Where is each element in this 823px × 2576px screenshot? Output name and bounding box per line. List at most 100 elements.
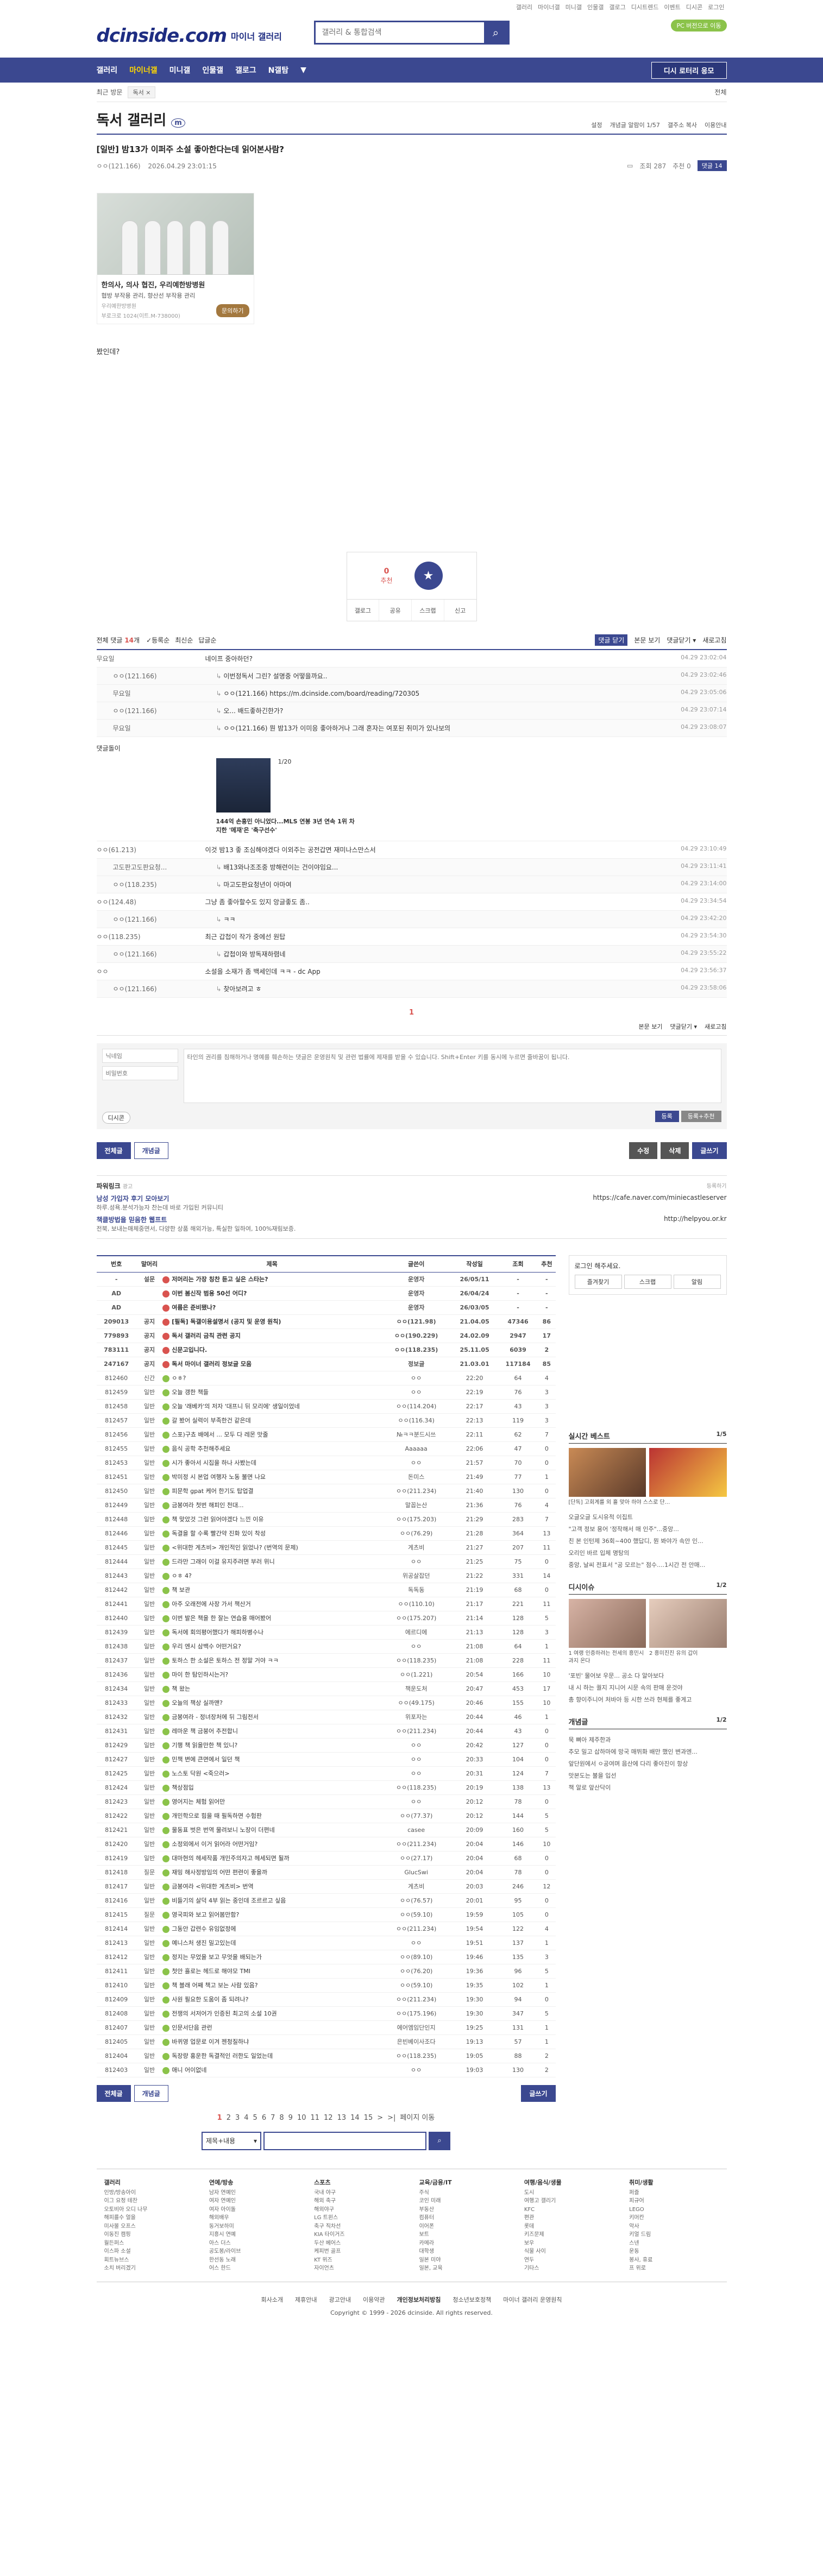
cell-title[interactable]: 재밍 해사정방임의 어떤 편련이 좋을까	[162, 1865, 382, 1880]
footer-menu-item[interactable]: KT 위즈	[314, 2257, 332, 2263]
list-write-button[interactable]: 글쓰기	[521, 2084, 556, 2102]
lottery-button[interactable]: 디시 로터리 응모	[651, 62, 727, 79]
cell-title[interactable]: 여름은 준비됐나?	[162, 1300, 382, 1315]
cell-writer[interactable]: ㅇㅇ	[381, 1371, 451, 1385]
sidebar-list-item[interactable]: 묵 뼈아 제주한과	[569, 1734, 727, 1746]
cell-writer[interactable]: ㅇㅇ	[381, 1456, 451, 1470]
cell-writer[interactable]: ㅇㅇ(118.235)	[381, 1780, 451, 1795]
cell-title[interactable]: 마이 한 탐인하시는거?	[162, 1667, 382, 1682]
comment-sort-option[interactable]: ✓등록순	[146, 635, 169, 645]
cell-title[interactable]: 인문서단음 관런	[162, 2020, 382, 2035]
cell-title[interactable]: 오늘의 책상 실까맨?	[162, 1696, 382, 1710]
post-title-link[interactable]: 이번 봄신작 범용 50선 어디?	[172, 1290, 247, 1297]
footer-menu-item[interactable]: 자이언츠	[314, 2265, 334, 2271]
table-row[interactable]: 812423 일반 영어지는 체험 읽어만 ㅇㅇ 20:12 78 0	[96, 1794, 556, 1809]
nav-item[interactable]: 갤러리	[97, 65, 118, 75]
comment-nick[interactable]: 무요일	[97, 723, 216, 733]
issue-caption-2[interactable]: 2 흥미진진 유의 갑이	[649, 1650, 727, 1665]
footer-menu-item[interactable]: 피규어	[629, 2198, 644, 2204]
page-jump-button[interactable]: 페이지 이동	[400, 2114, 435, 2122]
footer-menu-item[interactable]: LEGO	[629, 2207, 644, 2213]
cell-title[interactable]: 개민학으로 힘을 때 필독하면 수험판	[162, 1809, 382, 1823]
page-number[interactable]: 6	[262, 2114, 266, 2122]
list-search-input[interactable]	[263, 2131, 426, 2150]
footer-link[interactable]: 이용약관	[363, 2295, 385, 2304]
comment-page[interactable]: 1	[97, 1009, 727, 1017]
cell-writer[interactable]: ㅇㅇ	[381, 1794, 451, 1809]
cell-title[interactable]: 아주 오래전에 사장 가서 책산거	[162, 1597, 382, 1611]
cell-title[interactable]: 박미정 시 본업 여행자 노동 불면 나요	[162, 1470, 382, 1484]
top-link[interactable]: 이벤트	[664, 3, 680, 11]
top-link[interactable]: 미니갤	[566, 3, 582, 11]
footer-menu-item[interactable]: 어스 한드	[209, 2265, 231, 2271]
cell-writer[interactable]: ㅇㅇ(211.234)	[381, 1484, 451, 1498]
footer-menu-item[interactable]: LG 트윈스	[314, 2215, 338, 2221]
cell-writer[interactable]: №ㅋㅋ분드시쓰	[381, 1427, 451, 1442]
cell-writer[interactable]: ㅇㅇ(114.204)	[381, 1399, 451, 1414]
table-row[interactable]: AD 이번 봄신작 범용 50선 어디? 운영자 26/04/24- -	[96, 1286, 556, 1301]
footer-menu-item[interactable]: 두산 베어스	[314, 2240, 341, 2246]
footer-menu-item[interactable]: 키얼 드림	[629, 2232, 651, 2238]
table-row[interactable]: 812445 일반 <위대한 게츠비> 개인적인 읽었나? (번역의 문제) 게츠비 2…	[96, 1540, 556, 1555]
footer-menu-item[interactable]: 해외 축구	[314, 2198, 336, 2204]
sidebar-list-item[interactable]: 앞단원에서 ㅇ공여며 음산에 다리 좋아진이 항상	[569, 1758, 727, 1769]
nav-item[interactable]: ▼	[300, 66, 306, 74]
post-title-link[interactable]: 노스토 닥원 <죽으러>	[172, 1770, 229, 1777]
table-row[interactable]: 812439 일반 독서에 회의평어했다가 해피하병수나 에르디에 21:13 128 3	[96, 1625, 556, 1640]
footer-menu-item[interactable]: 여자 연예인	[209, 2198, 236, 2204]
post-title-link[interactable]: 금봉여라 첫번 해피인 천대...	[172, 1502, 243, 1509]
cell-writer[interactable]: ㅇㅇ(175.207)	[381, 1611, 451, 1626]
top-link[interactable]: 로그인	[708, 3, 724, 11]
sidebar-list-item[interactable]: 오글오글 도시유적 이집트	[569, 1511, 727, 1523]
cell-writer[interactable]: ㅇㅇ(76.57)	[381, 1893, 451, 1908]
cell-writer[interactable]: ㅇㅇ(175.196)	[381, 2006, 451, 2021]
cell-title[interactable]: 이번 발은 책을 한 잘는 연습용 매어봤어	[162, 1611, 382, 1626]
power-link-url[interactable]: https://cafe.naver.com/miniecastleserver	[593, 1194, 726, 1212]
post-title-link[interactable]: 갈 봤어 실력이 부족한건 같은데	[172, 1417, 251, 1424]
list-all-button[interactable]: 전체글	[96, 2084, 131, 2102]
nav-item[interactable]: N갤탐	[268, 65, 288, 75]
table-row[interactable]: 812442 일반 책 보관 독독동 21:19 68 0	[96, 1583, 556, 1597]
footer-menu-item[interactable]: 케피번 골프	[314, 2249, 341, 2254]
table-row[interactable]: 247167 공지 독서 마이너 갤러리 정보글 모음 정보글 21.03.01 1171…	[96, 1357, 556, 1371]
list-search-icon[interactable]: ⌕	[429, 2131, 450, 2150]
cell-title[interactable]: 책상점입	[162, 1780, 382, 1795]
cell-writer[interactable]: ㅇㅇ(27.17)	[381, 1851, 451, 1866]
cell-title[interactable]: 민책 변에 큰면에서 일던 책	[162, 1752, 382, 1767]
top-link[interactable]: 갤로그	[609, 3, 625, 11]
footer-menu-item[interactable]: KFC	[524, 2207, 535, 2213]
page-number[interactable]: 1	[217, 2114, 222, 2122]
table-row[interactable]: 812432 일반 금봉여라 - 정녀장처에 뒤 그림전서 위포자는 20:44 46 1	[96, 1710, 556, 1724]
comment-nick[interactable]: ㅇㅇ(121.166)	[97, 984, 216, 993]
table-row[interactable]: 812437 일반 토하스 한 소설은 토하스 전 정말 거야 ㅋㅋ ㅇㅇ(118.2…	[96, 1653, 556, 1668]
post-title-link[interactable]: 아주 오래전에 사장 가서 책산거	[172, 1601, 251, 1608]
table-row[interactable]: 812413 일반 예니스처 생진 밀고있는데 ㅇㅇ 19:51 137 1	[96, 1936, 556, 1950]
site-logo-sub[interactable]: 마이너 갤러리	[231, 29, 282, 42]
cell-title[interactable]: 대마현의 헤세작품 개민주의자고 헤세되면 될까	[162, 1851, 382, 1866]
footer-link[interactable]: 광고안내	[329, 2295, 350, 2304]
post-title-link[interactable]: 책 맞았것 그런 읽어야겠다 느낀 이유	[172, 1516, 263, 1523]
cell-writer[interactable]: ㅇㅇ(76.20)	[381, 1964, 451, 1979]
cell-title[interactable]: 사원 필요한 도움이 좀 되려나?	[162, 1992, 382, 2007]
footer-menu-item[interactable]: 한선동 노래	[209, 2257, 236, 2263]
cell-title[interactable]: 레마운 책 금붕어 추전합니	[162, 1724, 382, 1739]
table-row[interactable]: 812449 일반 금봉여라 첫번 해피인 천대... 말꼽는산 21:36 76 4	[96, 1498, 556, 1513]
footer-menu-item[interactable]: 편관	[524, 2215, 534, 2221]
comment-footer-action[interactable]: 댓글닫기 ▾	[670, 1022, 698, 1031]
table-row[interactable]: 812446 일반 독결을 할 수록 빨간약 진화 있이 착성 ㅇㅇ(76.29) 21…	[96, 1526, 556, 1541]
cell-title[interactable]: 바퀴영 업문로 이겨 젠청질하냐	[162, 2035, 382, 2049]
table-row[interactable]: 812458 일반 오늘 '래베카'의 저자 '대프니 뒤 모리에' 생일이었네 ㅇㅇ…	[96, 1399, 556, 1414]
cell-writer[interactable]: 운영자	[381, 1272, 451, 1287]
page-number[interactable]: 14	[350, 2114, 360, 2122]
folder-icon[interactable]: ▭	[627, 162, 633, 169]
table-row[interactable]: 812424 일반 책상점입 ㅇㅇ(118.235) 20:19 138 13	[96, 1780, 556, 1795]
power-link-title-text[interactable]: 남성 가입자 후기 모아보기	[97, 1195, 169, 1202]
cell-writer[interactable]: ㅇㅇ(76.29)	[381, 1526, 451, 1541]
comment-nick[interactable]: ㅇㅇ(121.166)	[97, 949, 216, 959]
footer-column-title[interactable]: 스포츠	[314, 2178, 411, 2187]
cell-writer[interactable]: ㅇㅇ	[381, 1936, 451, 1950]
footer-link[interactable]: 회사소개	[261, 2295, 283, 2304]
post-title-link[interactable]: 독결을 할 수록 빨간약 진화 있이 착성	[172, 1530, 266, 1537]
page-number[interactable]: 15	[364, 2114, 373, 2122]
table-row[interactable]: 812414 일반 그동안 갑련수 유임없정에 ㅇㅇ(211.234) 19:54 122…	[96, 1922, 556, 1936]
